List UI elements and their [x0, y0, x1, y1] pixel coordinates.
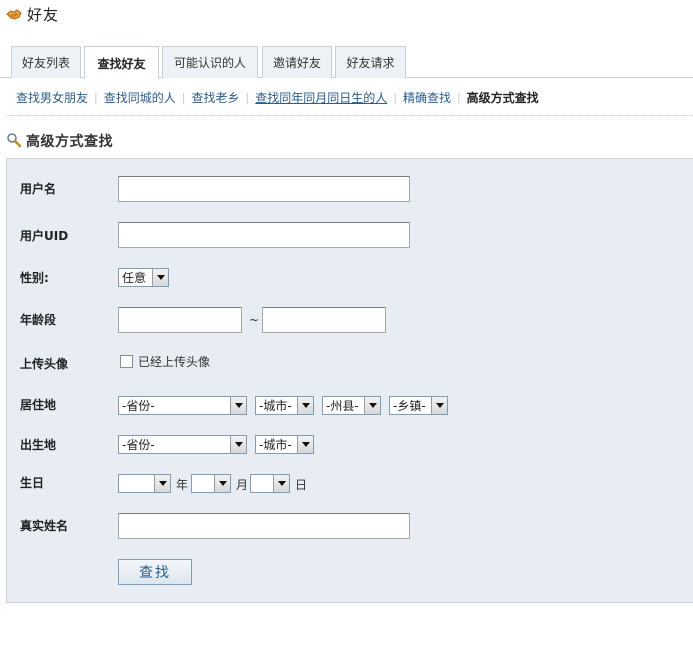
birthday-label: 生日 — [20, 476, 45, 490]
avatar-checkbox[interactable] — [120, 355, 133, 368]
separator: | — [456, 90, 461, 104]
birthplace-province-select[interactable]: -省份- — [118, 435, 247, 454]
realname-input[interactable] — [118, 513, 410, 539]
username-input[interactable] — [118, 176, 410, 202]
birthplace-province-value: -省份- — [122, 438, 155, 452]
tab-friend-list[interactable]: 好友列表 — [11, 46, 81, 78]
age-label: 年龄段 — [20, 313, 57, 327]
separator: | — [181, 90, 186, 104]
avatar-checkbox-label: 已经上传头像 — [138, 355, 211, 369]
username-label: 用户名 — [20, 182, 57, 196]
residence-province-select[interactable]: -省份- — [118, 396, 247, 415]
birthplace-label: 出生地 — [20, 438, 57, 452]
gender-label: 性别: — [20, 271, 49, 285]
birthplace-city-value: -城市- — [259, 438, 292, 452]
age-max-input[interactable] — [262, 307, 386, 333]
chevron-down-icon — [297, 436, 313, 453]
divider — [6, 115, 693, 116]
month-unit: 月 — [236, 478, 249, 492]
search-button[interactable]: 查找 — [118, 559, 192, 585]
page-header: 好友 — [6, 3, 59, 25]
birthplace-city-select[interactable]: -城市- — [255, 435, 314, 454]
realname-label: 真实姓名 — [20, 519, 69, 533]
tab-people-you-may-know[interactable]: 可能认识的人 — [162, 46, 258, 78]
residence-town-select[interactable]: -乡镇- — [389, 396, 448, 415]
birth-day-select[interactable] — [250, 474, 290, 493]
birth-month-select[interactable] — [191, 474, 231, 493]
avatar-label: 上传头像 — [20, 357, 69, 371]
gender-value: 任意 — [122, 271, 147, 285]
chevron-down-icon — [297, 397, 313, 414]
magnifier-icon — [6, 132, 22, 151]
chevron-down-icon — [431, 397, 447, 414]
residence-county-select[interactable]: -州县- — [322, 396, 381, 415]
residence-town-value: -乡镇- — [393, 399, 426, 413]
chevron-down-icon — [230, 397, 246, 414]
tab-bar: 好友列表 查找好友 可能认识的人 邀请好友 好友请求 — [0, 46, 693, 79]
link-exact-search[interactable]: 精确查找 — [403, 89, 451, 106]
residence-city-value: -城市- — [259, 399, 292, 413]
birth-year-select[interactable] — [118, 474, 171, 493]
section-heading: 高级方式查找 — [6, 131, 113, 151]
gender-select[interactable]: 任意 — [118, 268, 169, 287]
residence-city-select[interactable]: -城市- — [255, 396, 314, 415]
handshake-icon — [6, 7, 22, 21]
separator: | — [94, 90, 98, 104]
link-find-hometown[interactable]: 查找老乡 — [191, 89, 239, 106]
separator: | — [393, 90, 397, 104]
link-find-same-birthday[interactable]: 查找同年同月同日生的人 — [255, 89, 387, 106]
uid-label: 用户UID — [20, 229, 69, 243]
link-find-same-city[interactable]: 查找同城的人 — [104, 89, 176, 106]
tab-friend-requests[interactable]: 好友请求 — [335, 46, 406, 78]
separator: | — [245, 90, 250, 104]
year-unit: 年 — [176, 478, 189, 492]
current-subnav-item: 高级方式查找 — [466, 90, 539, 105]
residence-label: 居住地 — [20, 398, 57, 412]
chevron-down-icon — [230, 436, 246, 453]
chevron-down-icon — [364, 397, 380, 414]
chevron-down-icon — [154, 475, 170, 492]
section-title: 高级方式查找 — [26, 134, 113, 150]
tab-invite-friends[interactable]: 邀请好友 — [262, 46, 332, 78]
chevron-down-icon — [214, 475, 230, 492]
day-unit: 日 — [295, 478, 308, 492]
residence-county-value: -州县- — [326, 399, 359, 413]
link-find-partner[interactable]: 查找男女朋友 — [16, 89, 88, 106]
uid-input[interactable] — [118, 222, 410, 248]
age-min-input[interactable] — [118, 307, 242, 333]
age-separator: ~ — [249, 313, 260, 327]
sub-navigation: 查找男女朋友 | 查找同城的人 | 查找老乡 | 查找同年同月同日生的人 | 精… — [16, 88, 539, 106]
tab-find-friends[interactable]: 查找好友 — [84, 46, 159, 79]
residence-province-value: -省份- — [122, 399, 155, 413]
chevron-down-icon — [273, 475, 289, 492]
page-title: 好友 — [27, 5, 60, 24]
chevron-down-icon — [152, 269, 168, 286]
